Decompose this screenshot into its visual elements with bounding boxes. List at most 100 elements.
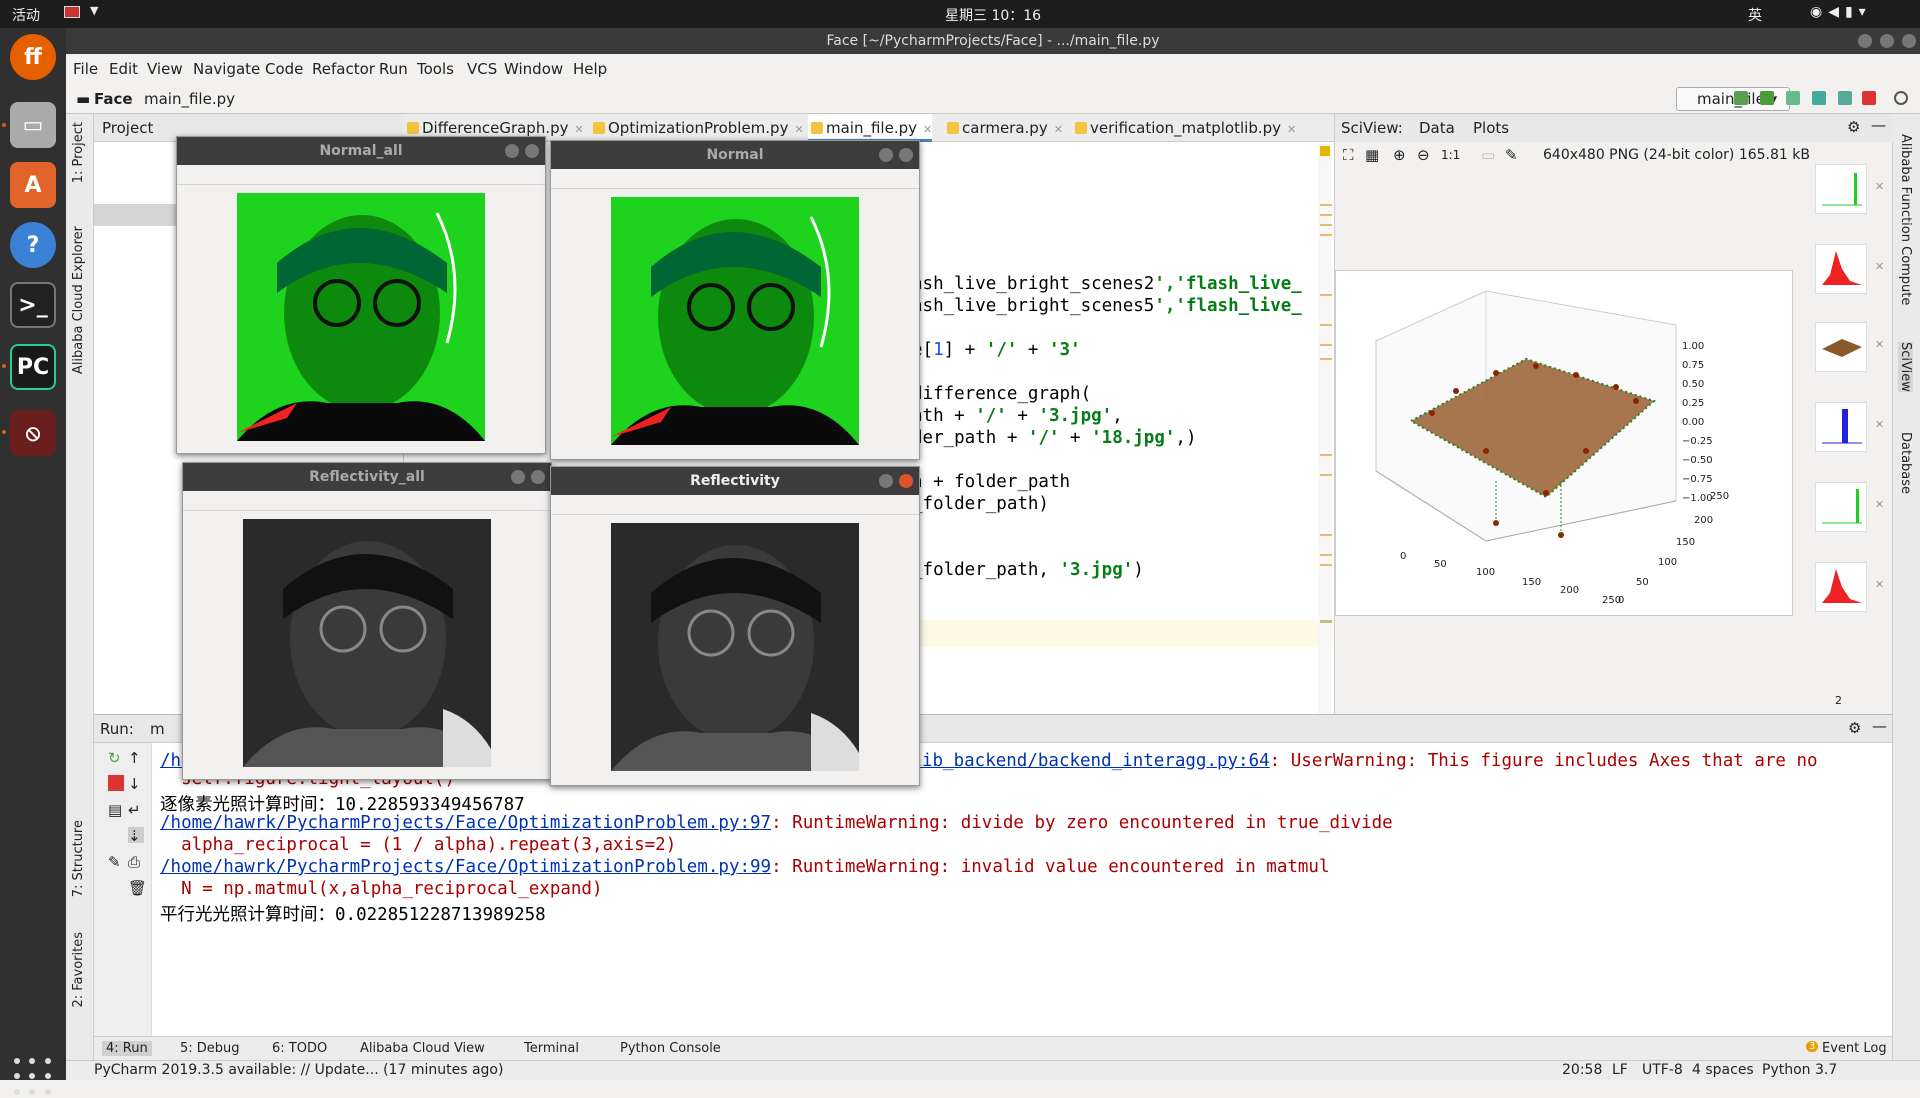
python-interpreter[interactable]: Python 3.7	[1762, 1062, 1837, 1078]
stop-icon[interactable]	[108, 775, 124, 791]
tool-alibaba-explorer[interactable]: Alibaba Cloud Explorer	[71, 226, 86, 374]
layout-icon[interactable]: ▤	[108, 801, 124, 819]
sciview-tab-plots[interactable]: Plots	[1473, 119, 1509, 137]
tab-python-console[interactable]: Python Console	[620, 1041, 721, 1056]
clock[interactable]: 星期三 10：16	[945, 5, 1041, 25]
system-tray-icons[interactable]: ◉◀▮▾	[1810, 4, 1872, 20]
minimize-button[interactable]	[505, 144, 519, 158]
close-icon[interactable]: ✕	[1875, 260, 1884, 273]
firefox-icon[interactable]: ff	[10, 34, 56, 80]
project-panel-title[interactable]: Project	[102, 119, 153, 137]
plot-thumbnail[interactable]	[1815, 562, 1867, 612]
plot-thumbnail[interactable]	[1815, 482, 1867, 532]
concurrency-icon[interactable]	[1838, 91, 1852, 105]
soft-wrap-icon[interactable]: ↵	[128, 801, 144, 819]
close-button[interactable]	[899, 474, 913, 488]
menu-window[interactable]: Window	[504, 60, 563, 78]
code-line[interactable]: ath + '/' + '3.jpg',	[912, 406, 1123, 426]
tab-todo[interactable]: 6: TODO	[272, 1041, 327, 1056]
profile-icon[interactable]	[1812, 91, 1826, 105]
menu-view[interactable]: View	[147, 60, 183, 78]
tab-carmera[interactable]: carmera.py ✕	[944, 114, 1063, 142]
code-line[interactable]: difference_graph(	[912, 384, 1091, 404]
sciview-tab-data[interactable]: Data	[1419, 119, 1455, 137]
tool-favorites[interactable]: 2: Favorites	[71, 932, 86, 1008]
run-tab[interactable]: m	[150, 720, 165, 738]
plot-3d-view[interactable]: 1.00 0.75 0.50 0.25 0.00 −0.25 −0.50 −0.…	[1335, 270, 1793, 616]
tab-debug[interactable]: 5: Debug	[180, 1041, 240, 1056]
close-button[interactable]	[531, 470, 545, 484]
zoom-out-icon[interactable]: ⊖	[1417, 146, 1430, 164]
tool-project[interactable]: 1: Project	[71, 122, 86, 183]
gear-icon[interactable]: ⚙	[1847, 118, 1860, 136]
background-icon[interactable]: ▭	[1481, 146, 1495, 164]
close-icon[interactable]: ✕	[1875, 418, 1884, 431]
caret-position[interactable]: 20:58	[1562, 1062, 1602, 1078]
plot-thumbnail[interactable]	[1815, 322, 1867, 372]
show-applications-icon[interactable]	[14, 1058, 54, 1098]
close-icon[interactable]: ✕	[1875, 498, 1884, 511]
arrow-up-icon[interactable]: ↑	[128, 749, 144, 767]
figure-window-reflectivity-all[interactable]: Reflectivity_all	[182, 462, 552, 780]
indent-setting[interactable]: 4 spaces	[1692, 1062, 1754, 1078]
code-line[interactable]: _folder_path)	[912, 494, 1049, 514]
code-line[interactable]: h + folder_path	[912, 472, 1070, 492]
error-stripe[interactable]	[1318, 144, 1332, 714]
code-line[interactable]: der_path + '/' + '18.jpg',)	[912, 428, 1197, 448]
hide-icon[interactable]: —	[1871, 116, 1886, 134]
close-button[interactable]	[1902, 34, 1916, 48]
help-icon[interactable]: ?	[10, 222, 56, 268]
close-button[interactable]	[899, 148, 913, 162]
maximize-button[interactable]	[1880, 34, 1894, 48]
flag-icon[interactable]	[64, 6, 80, 18]
menu-run[interactable]: Run	[379, 60, 408, 78]
console-output[interactable]: /home/hawrk/下载/pycharm-2019.3.3/plugins/…	[152, 743, 1892, 1061]
minimize-button[interactable]	[879, 474, 893, 488]
tool-database[interactable]: Database	[1898, 432, 1913, 494]
scroll-to-end-icon[interactable]: ⇣	[128, 827, 144, 845]
code-line[interactable]: ash_live_bright_scenes2','flash_live_	[912, 274, 1302, 294]
plot-thumbnail[interactable]	[1815, 244, 1867, 294]
input-method[interactable]: 英	[1748, 5, 1762, 25]
actual-size-button[interactable]: 1:1	[1441, 148, 1460, 162]
minimize-button[interactable]	[511, 470, 525, 484]
gear-icon[interactable]: ⚙	[1848, 719, 1861, 737]
code-line[interactable]: _folder_path, '3.jpg')	[912, 560, 1144, 580]
minimize-button[interactable]	[1858, 34, 1872, 48]
chevron-down-icon[interactable]: ▼	[90, 4, 98, 17]
minimize-button[interactable]	[879, 148, 893, 162]
menu-code[interactable]: Code	[265, 60, 303, 78]
menu-edit[interactable]: Edit	[109, 60, 138, 78]
pycharm-icon[interactable]: PC	[10, 344, 56, 390]
tab-event-log[interactable]: Event Log	[1822, 1041, 1887, 1056]
close-button[interactable]	[525, 144, 539, 158]
menu-vcs[interactable]: VCS	[467, 60, 497, 78]
tab-run[interactable]: 4: Run	[102, 1041, 152, 1056]
code-line[interactable]: ash_live_bright_scenes5','flash_live_	[912, 296, 1302, 316]
plot-thumbnail[interactable]	[1815, 402, 1867, 452]
close-icon[interactable]: ✕	[1875, 578, 1884, 591]
print-icon[interactable]: ⎙	[128, 853, 144, 871]
grid-icon[interactable]: ▦	[1365, 146, 1379, 164]
tool-function-compute[interactable]: Alibaba Function Compute	[1898, 134, 1913, 305]
fit-icon[interactable]: ⛶	[1343, 146, 1354, 164]
file-link[interactable]: /home/hawrk/PycharmProjects/Face/Optimiz…	[160, 813, 771, 833]
breadcrumb-file[interactable]: main_file.py	[144, 90, 235, 108]
line-separator[interactable]: LF	[1612, 1062, 1628, 1078]
tab-main-file[interactable]: main_file.py ✕	[808, 114, 933, 142]
files-icon[interactable]: ▭	[10, 102, 56, 148]
plot-thumbnail[interactable]	[1815, 164, 1867, 214]
file-encoding[interactable]: UTF-8	[1642, 1062, 1683, 1078]
tab-verification-matplotlib[interactable]: verification_matplotlib.py ✕	[1072, 114, 1296, 142]
update-message[interactable]: PyCharm 2019.3.5 available: // Update...…	[94, 1062, 503, 1078]
menu-help[interactable]: Help	[573, 60, 607, 78]
search-icon[interactable]	[1894, 91, 1908, 105]
rerun-icon[interactable]: ↻	[108, 749, 124, 767]
menu-tools[interactable]: Tools	[417, 60, 454, 78]
arrow-down-icon[interactable]: ↓	[128, 775, 144, 793]
color-picker-icon[interactable]: ✎	[1505, 146, 1518, 164]
terminal-icon[interactable]: >_	[10, 282, 56, 328]
tool-sciview[interactable]: SciView	[1898, 342, 1913, 392]
close-icon[interactable]: ✕	[1875, 180, 1884, 193]
breadcrumb-project[interactable]: Face	[94, 90, 133, 108]
